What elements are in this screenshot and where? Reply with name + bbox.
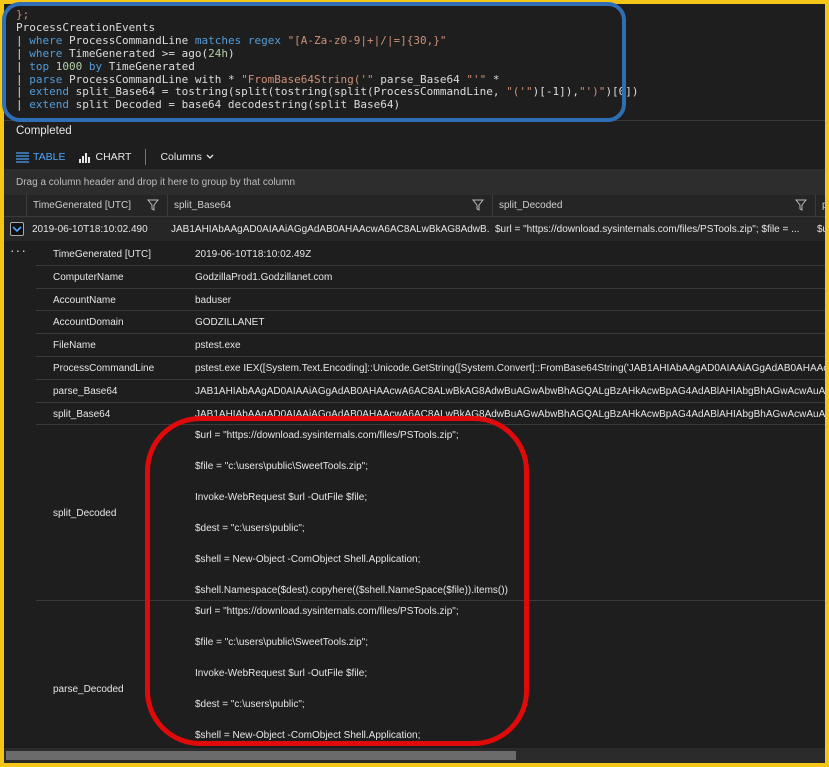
column-header-split-decoded[interactable]: split_Decoded xyxy=(492,195,815,217)
detail-value: pstest.exe IEX([System.Text.Encoding]::U… xyxy=(195,362,825,374)
filter-icon[interactable] xyxy=(795,199,807,211)
detail-row: parse_Base64 JAB1AHIAbAAgAD0AIAAiAGgAdAB0… xyxy=(36,380,825,403)
detail-label: parse_Decoded xyxy=(53,684,124,696)
detail-label: split_Base64 xyxy=(53,408,111,420)
cell-partial: $u xyxy=(817,224,825,235)
table-view-button[interactable]: TABLE xyxy=(16,151,65,163)
columns-label: Columns xyxy=(160,151,202,163)
query-status: Completed xyxy=(16,125,72,137)
column-header-label: split_Base64 xyxy=(174,200,232,211)
decoded-highlight-outline xyxy=(145,416,529,746)
table-row[interactable]: 2019-06-10T18:10:02.490 JAB1AHIAbAAgAD0A… xyxy=(4,217,825,241)
column-header-timegenerated[interactable]: TimeGenerated [UTC] xyxy=(26,195,167,217)
detail-label: parse_Base64 xyxy=(53,385,118,397)
group-by-drop-area[interactable]: Drag a column header and drop it here to… xyxy=(4,169,825,195)
column-header-partial[interactable]: p xyxy=(815,195,825,217)
cell-timegenerated: 2019-06-10T18:10:02.490 xyxy=(32,224,148,235)
more-options-icon[interactable]: ··· xyxy=(10,242,27,258)
detail-label: ProcessCommandLine xyxy=(53,362,155,374)
detail-label: AccountDomain xyxy=(53,317,124,329)
chart-view-button[interactable]: CHART xyxy=(79,151,131,163)
query-highlight-outline xyxy=(2,2,626,122)
filter-icon[interactable] xyxy=(472,199,484,211)
scrollbar-thumb[interactable] xyxy=(6,751,516,760)
detail-label: FileName xyxy=(53,340,96,352)
detail-row: ProcessCommandLine pstest.exe IEX([System… xyxy=(36,357,825,380)
column-header-label: p xyxy=(822,200,825,211)
detail-row: AccountDomain GODZILLANET xyxy=(36,311,825,335)
table-header: TimeGenerated [UTC] split_Base64 split_D… xyxy=(4,195,825,217)
detail-label: ComputerName xyxy=(53,271,124,283)
detail-row: AccountName baduser xyxy=(36,289,825,312)
row-expand-toggle[interactable] xyxy=(10,222,24,236)
chevron-down-icon xyxy=(12,226,22,233)
chart-view-label: CHART xyxy=(95,151,132,163)
cell-split-decoded: $url = "https://download.sysinternals.co… xyxy=(495,224,800,235)
detail-value: 2019-06-10T18:10:02.49Z xyxy=(195,249,312,260)
table-icon xyxy=(16,151,29,163)
detail-row: TimeGenerated [UTC] 2019-06-10T18:10:02.4… xyxy=(36,243,825,266)
detail-value: GODZILLANET xyxy=(195,317,265,329)
results-toolbar: TABLE CHART Columns xyxy=(16,147,214,167)
column-header-label: split_Decoded xyxy=(499,200,563,211)
horizontal-scrollbar[interactable] xyxy=(4,748,825,763)
detail-value: GodzillaProd1.Godzillanet.com xyxy=(195,271,333,283)
filter-icon[interactable] xyxy=(147,199,159,211)
table-view-label: TABLE xyxy=(33,151,66,163)
cell-split-base64: JAB1AHIAbAAgAD0AIAAiAGgAdAB0AHAAcwA6AC8A… xyxy=(171,224,489,235)
detail-label: split_Decoded xyxy=(53,508,117,520)
detail-row: FileName pstest.exe xyxy=(36,334,825,357)
detail-value: JAB1AHIAbAAgAD0AIAAiAGgAdAB0AHAAcwA6AC8A… xyxy=(195,385,825,397)
column-header-label: TimeGenerated [UTC] xyxy=(33,200,131,211)
detail-value: baduser xyxy=(195,294,232,306)
chevron-down-icon xyxy=(206,154,214,159)
detail-label: AccountName xyxy=(53,294,116,306)
detail-row: ComputerName GodzillaProd1.Godzillanet.co… xyxy=(36,266,825,289)
toolbar-divider xyxy=(145,149,147,165)
detail-value: pstest.exe xyxy=(195,340,241,352)
detail-label: TimeGenerated [UTC] xyxy=(53,249,151,260)
columns-dropdown[interactable]: Columns xyxy=(160,151,214,163)
column-header-split-base64[interactable]: split_Base64 xyxy=(167,195,492,217)
chart-icon xyxy=(79,152,91,163)
